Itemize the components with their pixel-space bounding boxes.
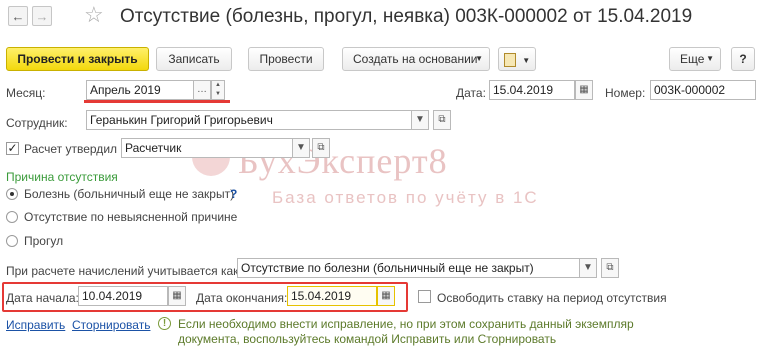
month-input[interactable]: Апрель 2019: [86, 80, 194, 100]
create-based-on-button[interactable]: Создать на основании ▼: [342, 47, 490, 71]
dropdown-triangle-icon: ▼: [706, 54, 714, 63]
approved-label: Расчет утвердил: [24, 142, 118, 156]
number-label: Номер:: [605, 86, 646, 100]
calendar-icon: ▦: [172, 290, 182, 301]
forward-button[interactable]: →: [32, 6, 52, 26]
reason-label-truancy: Прогул: [24, 234, 64, 248]
dropdown-triangle-icon: ▼: [522, 56, 531, 65]
reason-radio-illness[interactable]: [6, 188, 18, 200]
approved-by-input[interactable]: Расчетчик: [121, 138, 293, 158]
favorite-star-icon[interactable]: ☆: [84, 2, 104, 28]
approved-by-dropdown-button[interactable]: ▼: [292, 138, 310, 158]
document-icon: [503, 52, 516, 67]
arrow-left-icon: ←: [11, 9, 25, 24]
start-date-calendar-button[interactable]: ▦: [168, 286, 186, 306]
end-date-label: Дата окончания:: [196, 291, 288, 305]
post-button[interactable]: Провести: [248, 47, 324, 71]
date-input[interactable]: 15.04.2019: [489, 80, 575, 100]
window-title: Отсутствие (болезнь, прогул, неявка) 003…: [120, 6, 693, 27]
employee-dropdown-button[interactable]: ▼: [411, 110, 429, 130]
month-highlight-underline: [84, 100, 230, 103]
reason-label-unknown: Отсутствие по невыясненной причине: [24, 210, 238, 224]
open-window-icon: ⧉: [317, 142, 325, 153]
accrual-label: При расчете начислений учитывается как:: [6, 264, 242, 278]
free-rate-checkbox[interactable]: [418, 290, 431, 303]
reverse-link[interactable]: Сторнировать: [72, 318, 150, 332]
employee-input[interactable]: Геранькин Григорий Григорьевич: [86, 110, 412, 130]
accrual-type-open-button[interactable]: ⧉: [601, 258, 619, 278]
approved-checkbox[interactable]: ✓: [6, 142, 19, 155]
calendar-icon: ▦: [381, 290, 391, 301]
accrual-type-input[interactable]: Отсутствие по болезни (больничный еще не…: [237, 258, 580, 278]
approved-by-open-button[interactable]: ⧉: [312, 138, 330, 158]
month-select-button[interactable]: …: [193, 80, 211, 100]
reason-label-illness: Болезнь (больничный еще не закрыт): [24, 187, 235, 201]
dropdown-triangle-icon: ▼: [475, 54, 483, 63]
month-spin-button[interactable]: ▲ ▼: [211, 80, 225, 100]
more-label: Еще: [680, 52, 705, 66]
open-window-icon: ⧉: [606, 262, 614, 273]
reason-section-title: Причина отсутствия: [6, 170, 118, 184]
help-question-icon[interactable]: ?: [230, 187, 237, 201]
open-window-icon: ⧉: [438, 114, 446, 125]
calendar-icon: ▦: [579, 84, 589, 95]
start-date-label: Дата начала:: [6, 291, 79, 305]
employee-label: Сотрудник:: [6, 116, 68, 130]
accrual-type-dropdown-button[interactable]: ▼: [579, 258, 597, 278]
watermark-tagline: База ответов по учёту в 1С: [272, 188, 539, 207]
end-date-calendar-button[interactable]: ▦: [377, 286, 395, 306]
number-input[interactable]: 003К-000002: [650, 80, 756, 100]
arrow-right-icon: →: [35, 9, 49, 24]
date-label: Дата:: [456, 86, 486, 100]
fix-link[interactable]: Исправить: [6, 318, 65, 332]
end-date-input[interactable]: 15.04.2019: [287, 286, 377, 306]
back-button[interactable]: ←: [8, 6, 28, 26]
month-label: Месяц:: [6, 86, 46, 100]
date-calendar-button[interactable]: ▦: [575, 80, 593, 100]
footer-hint: Если необходимо внести исправление, но п…: [178, 317, 634, 346]
create-based-on-label: Создать на основании: [353, 52, 478, 66]
more-button[interactable]: Еще ▼: [669, 47, 721, 71]
reason-radio-truancy[interactable]: [6, 235, 18, 247]
reason-radio-unknown[interactable]: [6, 211, 18, 223]
save-button[interactable]: Записать: [156, 47, 232, 71]
employee-open-button[interactable]: ⧉: [433, 110, 451, 130]
post-and-close-button[interactable]: Провести и закрыть: [6, 47, 149, 71]
start-date-input[interactable]: 10.04.2019: [78, 286, 168, 306]
free-rate-label: Освободить ставку на период отсутствия: [437, 291, 667, 305]
help-button[interactable]: ?: [731, 47, 755, 71]
info-icon: !: [158, 317, 171, 330]
print-menu-button[interactable]: ▼: [498, 47, 536, 71]
